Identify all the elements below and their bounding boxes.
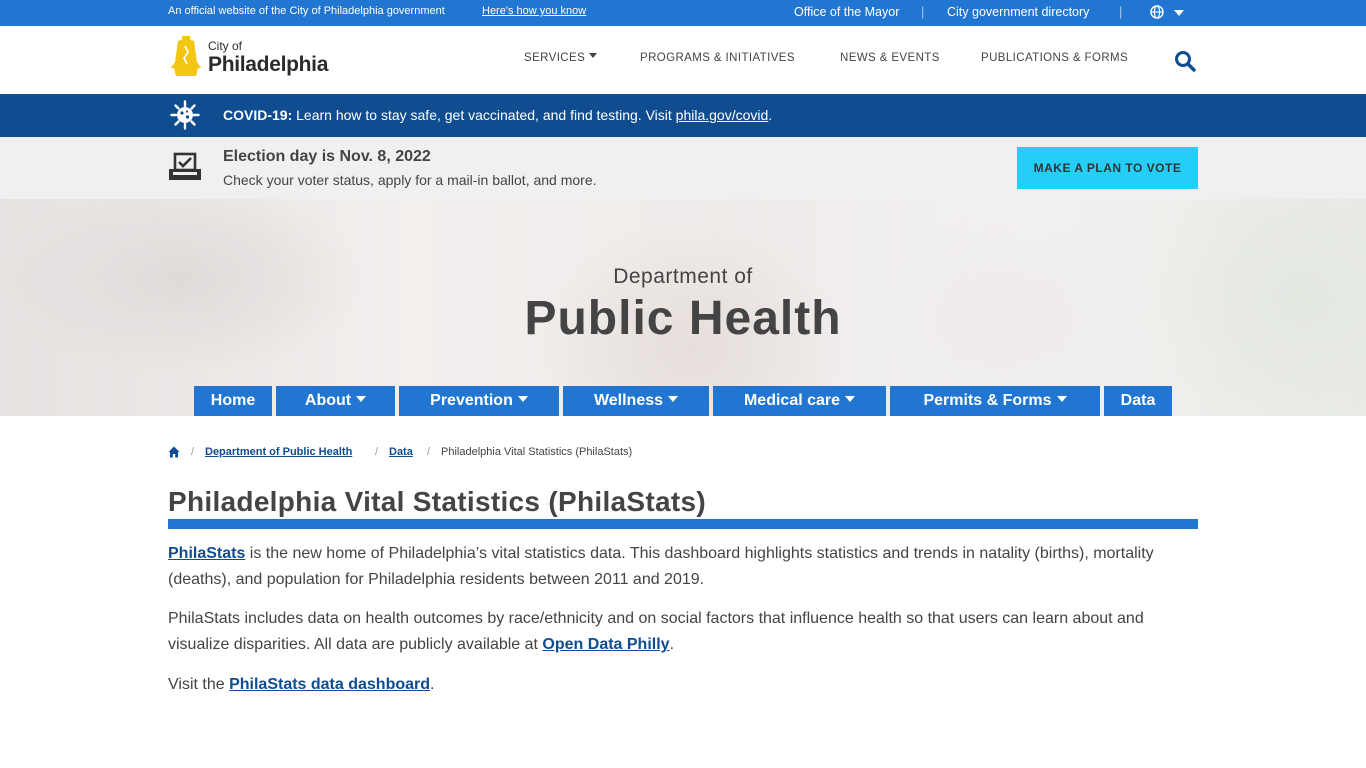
chevron-down-icon (517, 396, 528, 402)
open-data-philly-link[interactable]: Open Data Philly (542, 636, 669, 653)
election-banner: Election day is Nov. 8, 2022 Check your … (0, 137, 1366, 199)
logo-city-of: City of (208, 39, 243, 53)
disparities-paragraph: PhilaStats includes data on health outco… (168, 606, 1198, 658)
site-header: City of Philadelphia SERVICES PROGRAMS &… (0, 26, 1366, 94)
globe-icon[interactable] (1150, 5, 1164, 19)
hero-department-of: Department of (613, 265, 753, 288)
top-separator: | (921, 4, 925, 19)
intro-paragraph: PhilaStats is the new home of Philadelph… (168, 541, 1198, 593)
dashboard-text: Visit the (168, 676, 230, 693)
chevron-down-icon (356, 396, 367, 402)
intro-text: is the new home of Philadelphia’s vital … (168, 545, 1154, 588)
heres-how-you-know-link[interactable]: Here's how you know (482, 5, 586, 17)
subnav-data[interactable]: Data (1104, 386, 1172, 416)
breadcrumb-separator: / (191, 446, 195, 458)
language-dropdown-caret-icon[interactable] (1174, 10, 1184, 16)
subnav-home[interactable]: Home (194, 386, 272, 416)
subnav-wellness[interactable]: Wellness (563, 386, 709, 416)
home-icon[interactable] (168, 446, 180, 458)
disparities-end: . (669, 636, 675, 653)
search-icon[interactable] (1174, 50, 1196, 72)
covid-banner: COVID-19: Learn how to stay safe, get va… (0, 94, 1366, 137)
city-logo[interactable]: City of Philadelphia (168, 36, 338, 80)
chevron-down-icon (668, 396, 679, 402)
page-title: Philadelphia Vital Statistics (PhilaStat… (168, 486, 707, 517)
subnav-wellness-label: Wellness (593, 392, 664, 409)
covid-end: . (768, 107, 773, 123)
philastats-link[interactable]: PhilaStats (168, 545, 245, 562)
breadcrumb-separator: / (375, 446, 379, 458)
liberty-bell-icon (170, 36, 202, 76)
subnav-about[interactable]: About (276, 386, 395, 416)
chevron-down-icon (845, 396, 856, 402)
virus-icon (170, 100, 200, 130)
covid-text: Learn how to stay safe, get vaccinated, … (296, 107, 672, 123)
nav-news-events[interactable]: NEWS & EVENTS (840, 52, 940, 64)
department-hero: Department of Public Health Home About P… (0, 199, 1366, 416)
logo-philadelphia: Philadelphia (208, 53, 329, 76)
ballot-box-icon (169, 152, 201, 180)
dashboard-end: . (430, 676, 435, 693)
subnav-permits-forms-label: Permits & Forms (923, 392, 1052, 409)
subnav-data-label: Data (1120, 392, 1156, 409)
dashboard-paragraph: Visit the PhilaStats data dashboard. (168, 672, 1198, 698)
subnav-about-label: About (304, 392, 352, 409)
title-underline (168, 519, 1198, 529)
make-a-plan-to-vote-button[interactable]: MAKE A PLAN TO VOTE (1017, 147, 1198, 189)
nav-programs-initiatives[interactable]: PROGRAMS & INITIATIVES (640, 52, 795, 64)
breadcrumb-separator: / (427, 446, 431, 458)
subnav-medical-care[interactable]: Medical care (713, 386, 886, 416)
subnav-home-label: Home (210, 392, 256, 409)
nav-services[interactable]: SERVICES (524, 52, 598, 64)
official-site-text: An official website of the City of Phila… (168, 5, 445, 17)
breadcrumb-department[interactable]: Department of Public Health (205, 446, 352, 458)
election-subtitle: Check your voter status, apply for a mai… (223, 172, 597, 188)
breadcrumb-current: Philadelphia Vital Statistics (PhilaStat… (441, 446, 633, 458)
top-separator: | (1119, 4, 1123, 19)
philastats-dashboard-link[interactable]: PhilaStats data dashboard (229, 676, 430, 693)
subnav-prevention-label: Prevention (430, 392, 513, 409)
subnav-medical-care-label: Medical care (743, 392, 841, 409)
covid-message: COVID-19: Learn how to stay safe, get va… (223, 107, 772, 123)
chevron-down-icon (589, 53, 598, 58)
nav-services-label: SERVICES (524, 52, 586, 64)
covid-label: COVID-19: (223, 107, 293, 123)
city-directory-link[interactable]: City government directory (947, 5, 1089, 19)
covid-link[interactable]: phila.gov/covid (676, 107, 769, 123)
chevron-down-icon (1056, 396, 1067, 402)
official-site-bar: An official website of the City of Phila… (0, 0, 1366, 26)
nav-publications-forms[interactable]: PUBLICATIONS & FORMS (981, 52, 1128, 64)
subnav-prevention[interactable]: Prevention (399, 386, 559, 416)
office-of-the-mayor-link[interactable]: Office of the Mayor (794, 5, 899, 19)
hero-department-name: Public Health (524, 292, 842, 345)
subnav-permits-forms[interactable]: Permits & Forms (890, 386, 1100, 416)
election-title: Election day is Nov. 8, 2022 (223, 148, 431, 165)
breadcrumb-data[interactable]: Data (389, 446, 413, 458)
